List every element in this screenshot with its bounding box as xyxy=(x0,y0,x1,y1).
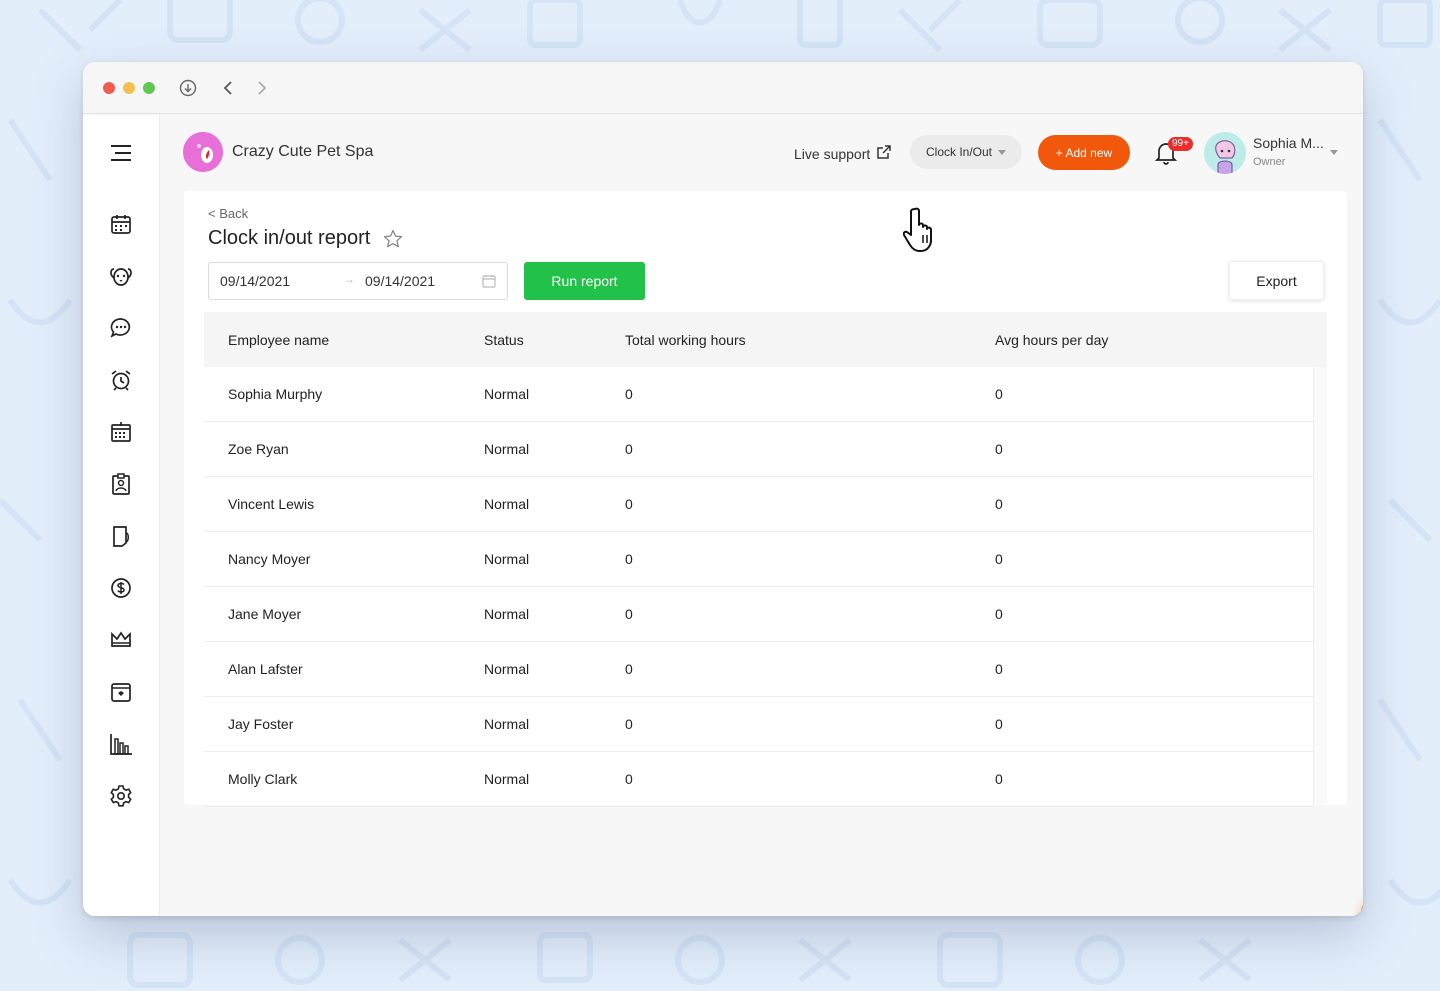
close-window-button[interactable] xyxy=(103,81,115,94)
chat-launcher-button[interactable] xyxy=(1360,888,1363,916)
user-role: Owner xyxy=(1253,156,1286,168)
date-from-input[interactable]: 09/14/2021 xyxy=(220,273,290,289)
window-controls xyxy=(103,81,155,94)
pet-icon[interactable] xyxy=(108,263,134,289)
cell-total-hours: 0 xyxy=(625,386,633,402)
table-row[interactable]: Jay Foster Normal 0 0 xyxy=(204,697,1313,752)
minimize-window-button[interactable] xyxy=(123,81,135,94)
sidebar xyxy=(83,115,160,916)
cell-avg-hours: 0 xyxy=(995,716,1003,732)
add-new-button[interactable]: + Add new xyxy=(1038,135,1130,170)
cell-avg-hours: 0 xyxy=(995,771,1003,787)
table-row[interactable]: Vincent Lewis Normal 0 0 xyxy=(204,477,1313,532)
table-row[interactable]: Jane Moyer Normal 0 0 xyxy=(204,587,1313,642)
cell-total-hours: 0 xyxy=(625,716,633,732)
column-header-avg-hours[interactable]: Avg hours per day xyxy=(995,332,1108,348)
back-link[interactable]: < Back xyxy=(208,206,248,221)
cell-employee: Jane Moyer xyxy=(228,606,302,622)
business-logo[interactable] xyxy=(183,132,223,172)
cell-avg-hours: 0 xyxy=(995,386,1003,402)
cell-total-hours: 0 xyxy=(625,661,633,677)
cell-status: Normal xyxy=(484,496,530,512)
column-header-status[interactable]: Status xyxy=(484,332,524,348)
user-menu-chevron-icon[interactable] xyxy=(1330,142,1338,160)
cell-avg-hours: 0 xyxy=(995,661,1003,677)
top-bar: Crazy Cute Pet Spa Live support Clock In… xyxy=(160,115,1363,191)
main-content: Crazy Cute Pet Spa Live support Clock In… xyxy=(160,115,1363,916)
export-button[interactable]: Export xyxy=(1229,261,1324,300)
cell-avg-hours: 0 xyxy=(995,496,1003,512)
settings-icon[interactable] xyxy=(108,783,134,809)
maximize-window-button[interactable] xyxy=(143,81,155,94)
window-titlebar xyxy=(83,62,1363,114)
external-link-icon xyxy=(876,144,892,163)
pointer-cursor-icon xyxy=(902,207,945,260)
cell-status: Normal xyxy=(484,716,530,732)
back-nav-icon[interactable] xyxy=(218,78,238,98)
analytics-icon[interactable] xyxy=(108,731,134,757)
booking-icon[interactable] xyxy=(108,679,134,705)
cell-employee: Nancy Moyer xyxy=(228,551,311,567)
favorite-star-icon[interactable] xyxy=(383,229,403,254)
table-row[interactable]: Sophia Murphy Normal 0 0 xyxy=(204,367,1313,422)
table-row[interactable]: Zoe Ryan Normal 0 0 xyxy=(204,422,1313,477)
cell-employee: Molly Clark xyxy=(228,771,298,787)
run-report-button[interactable]: Run report xyxy=(524,262,645,300)
calendar-icon[interactable] xyxy=(482,274,496,291)
download-icon[interactable] xyxy=(178,78,198,98)
cell-status: Normal xyxy=(484,551,530,567)
user-name[interactable]: Sophia M... xyxy=(1253,135,1324,151)
cell-employee: Alan Lafster xyxy=(228,661,303,677)
table-row[interactable]: Nancy Moyer Normal 0 0 xyxy=(204,532,1313,587)
live-support-label: Live support xyxy=(794,145,871,162)
avatar[interactable] xyxy=(1204,132,1246,174)
table-row[interactable]: Molly Clark Normal 0 0 xyxy=(204,752,1313,807)
notification-badge: 99+ xyxy=(1168,137,1193,151)
date-to-input[interactable]: 09/14/2021 xyxy=(365,273,435,289)
clock-in-out-label: Clock In/Out xyxy=(925,145,993,159)
cell-employee: Sophia Murphy xyxy=(228,386,323,402)
table-row[interactable]: Alan Lafster Normal 0 0 xyxy=(204,642,1313,697)
table-scrollbar[interactable] xyxy=(1313,367,1327,805)
app-window: Crazy Cute Pet Spa Live support Clock In… xyxy=(83,62,1363,916)
cell-status: Normal xyxy=(484,771,530,787)
arrow-right-icon: → xyxy=(343,272,355,286)
date-range-picker[interactable]: 09/14/2021 → 09/14/2021 xyxy=(208,262,508,300)
forward-nav-icon[interactable] xyxy=(252,78,272,98)
page-title: Clock in/out report xyxy=(208,227,371,249)
cell-status: Normal xyxy=(484,661,530,677)
cell-employee: Vincent Lewis xyxy=(228,496,315,512)
dollar-icon[interactable] xyxy=(108,575,134,601)
cell-avg-hours: 0 xyxy=(995,441,1003,457)
cell-employee: Jay Foster xyxy=(228,716,294,732)
alarm-clock-icon[interactable] xyxy=(108,367,134,393)
cell-status: Normal xyxy=(484,441,530,457)
cell-avg-hours: 0 xyxy=(995,606,1003,622)
table-header: Employee name Status Total working hours… xyxy=(204,312,1327,367)
schedule-icon[interactable] xyxy=(108,419,134,445)
staff-badge-icon[interactable] xyxy=(108,471,134,497)
cell-total-hours: 0 xyxy=(625,551,633,567)
report-panel: < Back Clock in/out report 09/14/2021 → … xyxy=(184,191,1347,807)
calendar-icon[interactable] xyxy=(108,211,134,237)
cell-status: Normal xyxy=(484,386,530,402)
column-header-employee[interactable]: Employee name xyxy=(228,332,329,348)
clock-in-out-button[interactable]: Clock In/Out xyxy=(910,135,1022,169)
report-table: Employee name Status Total working hours… xyxy=(204,312,1327,807)
column-header-total-hours[interactable]: Total working hours xyxy=(625,332,746,348)
chat-icon[interactable] xyxy=(108,315,134,341)
cell-status: Normal xyxy=(484,606,530,622)
cell-total-hours: 0 xyxy=(625,606,633,622)
chevron-down-icon xyxy=(998,149,1007,155)
menu-icon[interactable] xyxy=(108,140,134,166)
cell-total-hours: 0 xyxy=(625,496,633,512)
crown-icon[interactable] xyxy=(108,627,134,653)
pet-report-icon[interactable] xyxy=(108,523,134,549)
business-name[interactable]: Crazy Cute Pet Spa xyxy=(232,143,373,161)
cell-total-hours: 0 xyxy=(625,441,633,457)
cell-total-hours: 0 xyxy=(625,771,633,787)
live-support-link[interactable]: Live support xyxy=(794,144,892,163)
cell-employee: Zoe Ryan xyxy=(228,441,289,457)
cell-avg-hours: 0 xyxy=(995,551,1003,567)
